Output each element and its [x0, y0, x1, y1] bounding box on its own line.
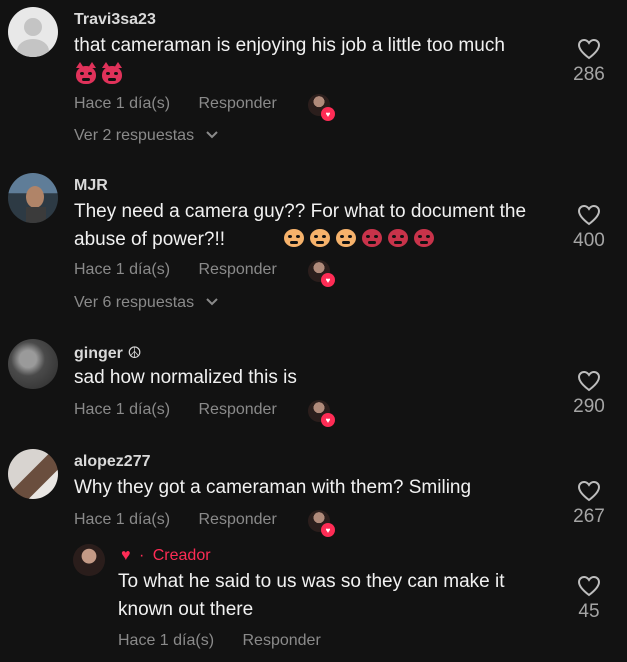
reply-button[interactable]: Responder	[199, 95, 277, 112]
like-control[interactable]: 286	[569, 38, 609, 86]
view-replies-button[interactable]: Ver 2 respuestas	[74, 127, 219, 145]
view-replies-label: Ver 6 respuestas	[74, 294, 195, 311]
avatar[interactable]	[8, 339, 58, 389]
devil-emoji-icon	[76, 62, 96, 84]
like-control[interactable]: 45	[569, 575, 609, 623]
heart-badge-icon: ♥	[321, 523, 335, 537]
comment-time: Hace 1 día(s)	[118, 632, 215, 649]
like-control[interactable]: 267	[569, 480, 609, 528]
heart-outline-icon[interactable]	[577, 370, 601, 392]
creator-liked-avatar: ♥	[308, 400, 335, 427]
wail-emoji-icon	[284, 229, 304, 247]
heart-outline-icon[interactable]	[577, 480, 601, 502]
comment-username[interactable]: alopez277	[74, 453, 150, 471]
avatar[interactable]	[8, 7, 58, 57]
devil-emoji-icon	[102, 62, 122, 84]
heart-badge-icon: ♥	[321, 413, 335, 427]
comment-meta: Hace 1 día(s) Responder	[74, 511, 301, 529]
avatar[interactable]	[8, 449, 58, 499]
chevron-down-icon	[205, 131, 218, 139]
comment-meta: Hace 1 día(s) Responder	[74, 95, 301, 113]
like-count: 267	[573, 506, 605, 527]
heart-icon: ♥	[121, 547, 131, 564]
wail-emoji-icon	[310, 229, 330, 247]
comment-username[interactable]: Travi3sa23	[74, 11, 156, 29]
reply-button[interactable]: Responder	[199, 401, 277, 418]
heart-outline-icon[interactable]	[577, 575, 601, 597]
separator: ·	[138, 547, 145, 564]
reply-button[interactable]: Responder	[199, 511, 277, 528]
view-replies-label: Ver 2 respuestas	[74, 127, 195, 144]
comment-text: sad how normalized this is	[74, 367, 297, 388]
angry-emoji-icon	[414, 229, 434, 247]
like-count: 290	[573, 396, 605, 417]
comment-time: Hace 1 día(s)	[74, 511, 171, 528]
heart-badge-icon: ♥	[321, 273, 335, 287]
creator-liked-avatar: ♥	[308, 260, 335, 287]
like-control[interactable]: 290	[569, 370, 609, 418]
wail-emoji-icon	[336, 229, 356, 247]
view-replies-button[interactable]: Ver 6 respuestas	[74, 294, 219, 312]
heart-badge-icon: ♥	[321, 107, 335, 121]
reply-button[interactable]: Responder	[199, 261, 277, 278]
comment-meta: Hace 1 día(s) Responder	[118, 632, 345, 650]
angry-emoji-icon	[362, 229, 382, 247]
like-control[interactable]: 400	[569, 204, 609, 252]
comment-username[interactable]: ginger ☮	[74, 343, 142, 363]
creator-liked-avatar: ♥	[308, 94, 335, 121]
heart-outline-icon[interactable]	[577, 204, 601, 226]
comment-emojis	[284, 229, 434, 247]
comment-time: Hace 1 día(s)	[74, 261, 171, 278]
creator-header: ♥ · Creador	[121, 547, 211, 565]
comment-text: that cameraman is enjoying his job a lit…	[74, 35, 505, 56]
chevron-down-icon	[205, 298, 218, 306]
comment-emojis	[76, 62, 122, 84]
reply-text: To what he said to us was so they can ma…	[118, 571, 505, 620]
like-count: 286	[573, 64, 605, 85]
like-count: 400	[573, 230, 605, 251]
like-count: 45	[578, 601, 600, 622]
heart-outline-icon[interactable]	[577, 38, 601, 60]
comment-text: Why they got a cameraman with them? Smil…	[74, 477, 472, 498]
reply-button[interactable]: Responder	[243, 632, 321, 649]
avatar[interactable]	[8, 173, 58, 223]
avatar[interactable]	[73, 544, 105, 576]
comment-time: Hace 1 día(s)	[74, 401, 171, 418]
comment-username[interactable]: MJR	[74, 177, 108, 195]
creator-liked-avatar: ♥	[308, 510, 335, 537]
creator-label[interactable]: Creador	[153, 547, 211, 564]
angry-emoji-icon	[388, 229, 408, 247]
comment-time: Hace 1 día(s)	[74, 95, 171, 112]
comment-meta: Hace 1 día(s) Responder	[74, 261, 301, 279]
comment-meta: Hace 1 día(s) Responder	[74, 401, 301, 419]
